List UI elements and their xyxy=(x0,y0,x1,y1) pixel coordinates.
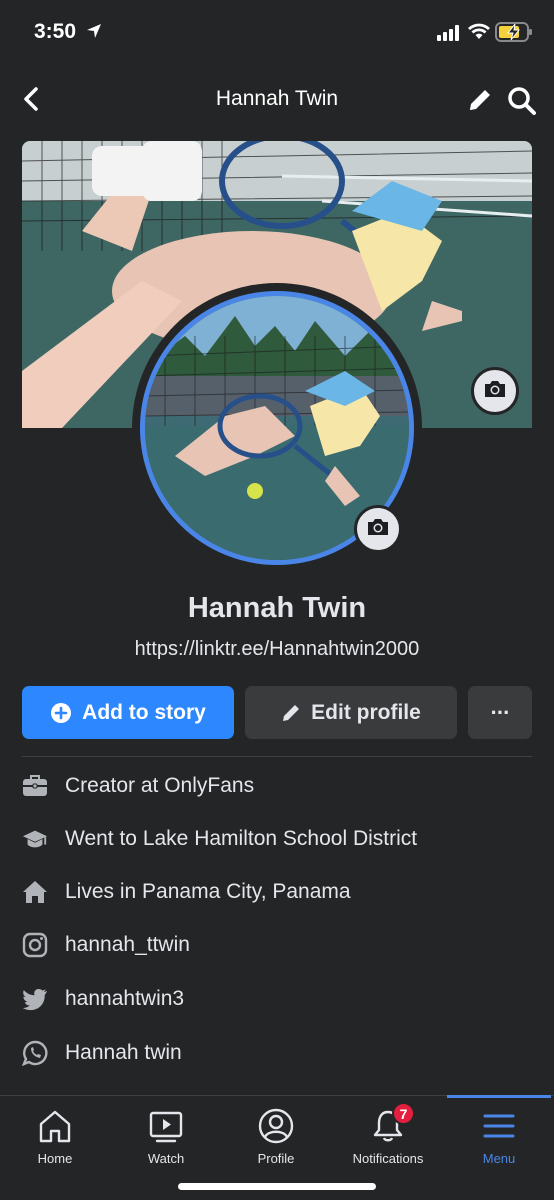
wifi-icon xyxy=(468,22,490,45)
plus-circle-icon xyxy=(50,702,72,724)
tab-label: Profile xyxy=(257,1151,295,1166)
cover-photo-camera-button[interactable] xyxy=(471,367,519,415)
profile-name: Hannah Twin xyxy=(187,592,367,624)
cellular-signal-icon xyxy=(437,25,459,46)
info-row-education[interactable]: Went to Lake Hamilton School District xyxy=(22,819,532,859)
notification-badge: 7 xyxy=(392,1102,415,1125)
pencil-icon xyxy=(281,703,301,723)
tab-menu[interactable]: Menu xyxy=(444,1096,554,1176)
camera-icon xyxy=(483,379,507,404)
location-arrow-icon xyxy=(86,23,102,44)
info-text: Went to Lake Hamilton School District xyxy=(65,827,418,850)
info-row-whatsapp[interactable]: Hannah twin xyxy=(22,1033,532,1073)
info-text: hannahtwin3 xyxy=(65,987,185,1010)
edit-profile-label: Edit profile xyxy=(311,700,421,724)
tab-label: Home xyxy=(37,1151,73,1166)
info-text: Lives in Panama City, Panama xyxy=(65,880,351,903)
tab-profile[interactable]: Profile xyxy=(221,1096,331,1176)
status-bar: 3:50 xyxy=(0,0,554,66)
instagram-icon xyxy=(22,932,48,958)
home-indicator xyxy=(178,1183,376,1190)
divider xyxy=(22,756,532,757)
more-options-button[interactable]: ··· xyxy=(468,686,532,739)
info-text: Hannah twin xyxy=(65,1041,182,1064)
info-row-location[interactable]: Lives in Panama City, Panama xyxy=(22,872,532,912)
add-to-story-button[interactable]: Add to story xyxy=(22,686,234,739)
whatsapp-icon xyxy=(22,1040,48,1066)
search-icon[interactable] xyxy=(507,86,537,121)
watch-video-icon xyxy=(111,1108,221,1144)
bell-icon xyxy=(333,1108,443,1144)
tab-label: Notifications xyxy=(352,1151,424,1166)
info-text: hannah_ttwin xyxy=(65,933,190,956)
profile-bio-link[interactable]: https://linktr.ee/Hannahtwin2000 xyxy=(0,638,554,661)
status-time: 3:50 xyxy=(34,20,77,43)
tab-label: Menu xyxy=(482,1151,516,1166)
info-row-instagram[interactable]: hannah_ttwin xyxy=(22,925,532,965)
twitter-icon xyxy=(22,986,48,1012)
info-text: Creator at OnlyFans xyxy=(65,774,255,797)
tab-notifications[interactable]: Notifications xyxy=(333,1096,443,1176)
info-row-twitter[interactable]: hannahtwin3 xyxy=(22,979,532,1019)
more-options-label: ··· xyxy=(490,699,511,725)
home-icon xyxy=(0,1108,110,1144)
pencil-icon[interactable] xyxy=(466,86,494,119)
tab-label: Watch xyxy=(147,1151,185,1166)
avatar-camera-button[interactable] xyxy=(354,505,402,553)
tab-watch[interactable]: Watch xyxy=(111,1096,221,1176)
info-row-work[interactable]: Creator at OnlyFans xyxy=(22,766,532,806)
camera-icon xyxy=(366,517,390,542)
add-to-story-label: Add to story xyxy=(82,700,206,724)
hamburger-menu-icon xyxy=(444,1108,554,1144)
profile-header: Hannah Twin xyxy=(0,66,554,132)
battery-charging-icon xyxy=(495,22,533,47)
profile-icon xyxy=(221,1108,331,1144)
briefcase-icon xyxy=(22,773,48,799)
edit-profile-button[interactable]: Edit profile xyxy=(245,686,457,739)
graduation-cap-icon xyxy=(22,826,48,852)
house-icon xyxy=(22,879,48,905)
tab-home[interactable]: Home xyxy=(0,1096,110,1176)
